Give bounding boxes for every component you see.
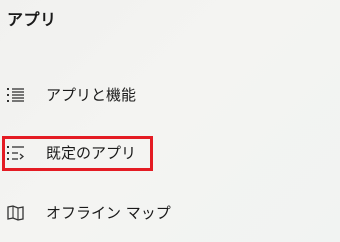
nav-item-label: 既定のアプリ xyxy=(46,144,137,162)
offline-map-icon xyxy=(7,205,24,221)
section-title: アプリ xyxy=(7,10,57,29)
nav-item-offline-maps[interactable]: オフライン マップ xyxy=(0,193,330,233)
nav-item-label: アプリと機能 xyxy=(46,86,137,104)
nav-item-label: オフライン マップ xyxy=(46,204,171,222)
default-apps-list-icon xyxy=(7,146,25,160)
apps-features-list-icon xyxy=(7,88,24,102)
nav-item-apps-and-features[interactable]: アプリと機能 xyxy=(0,75,330,115)
nav-item-default-apps[interactable]: 既定のアプリ xyxy=(0,136,330,176)
